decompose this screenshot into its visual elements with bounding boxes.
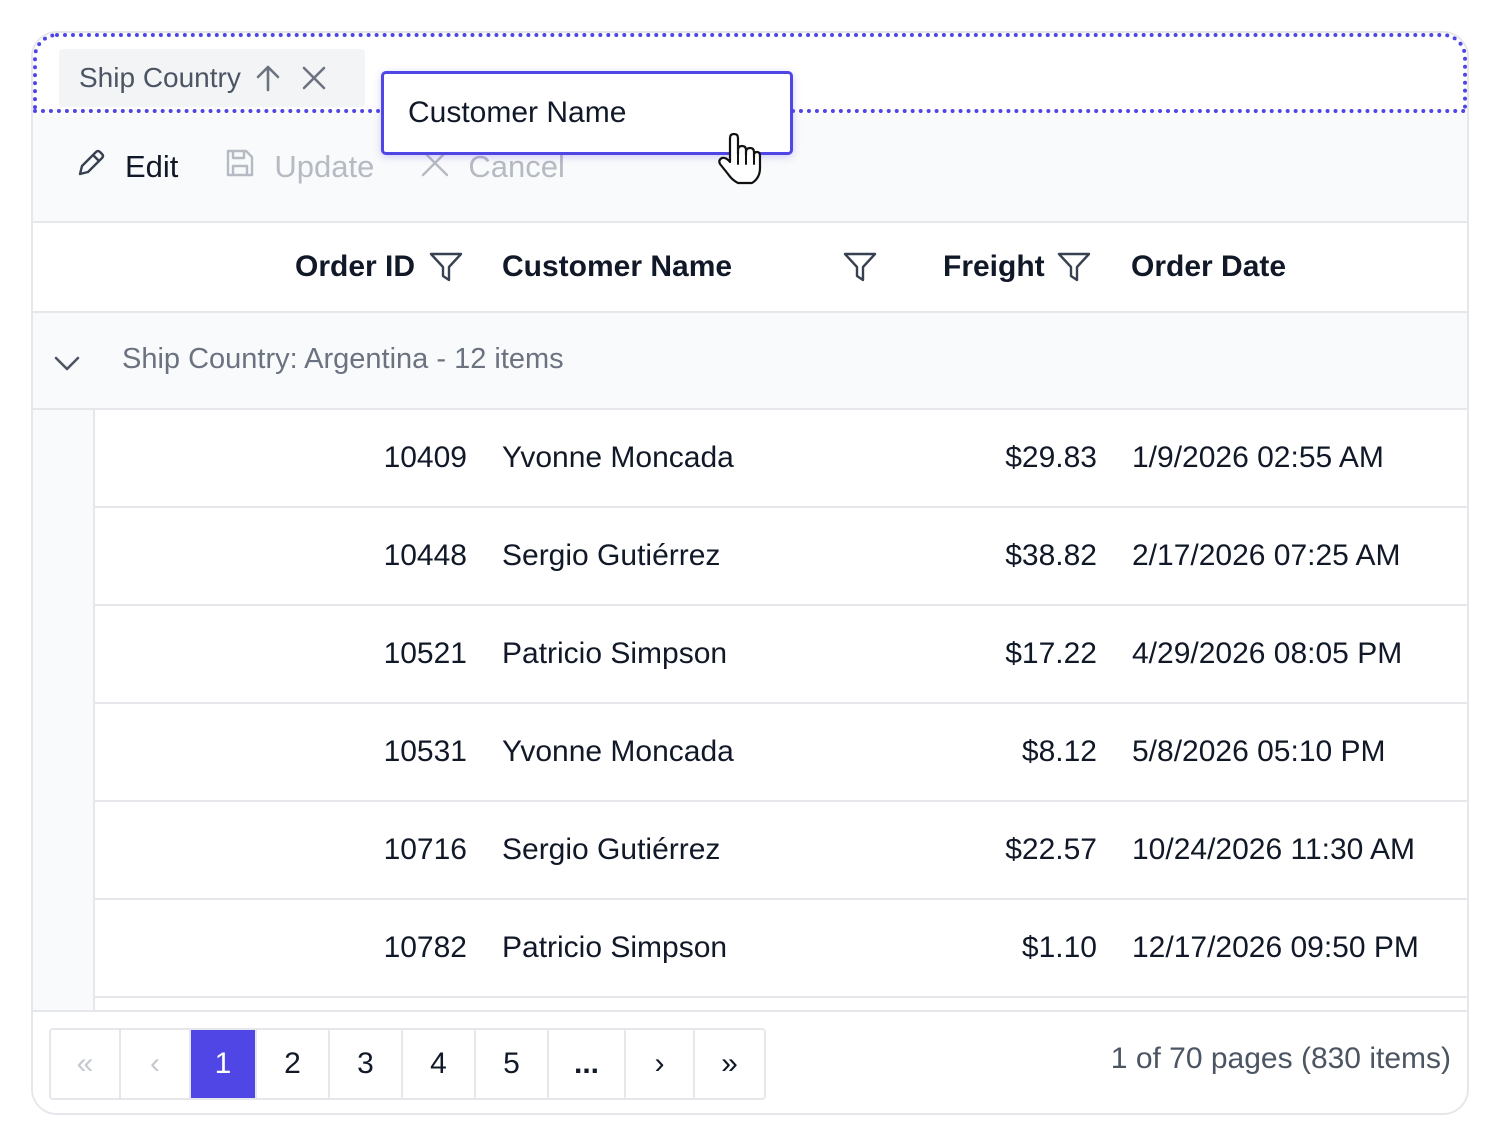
- group-indent-column: [33, 410, 95, 1010]
- column-header-label: Customer Name: [502, 250, 733, 283]
- next-page-button[interactable]: ›: [626, 1030, 695, 1098]
- table-row[interactable]: 10409 Yvonne Moncada $29.83 1/9/2026 02:…: [95, 410, 1467, 508]
- page-button-5[interactable]: 5: [476, 1030, 549, 1098]
- grid-rows: 10409 Yvonne Moncada $29.83 1/9/2026 02:…: [95, 410, 1467, 998]
- double-chevron-left-icon: «: [76, 1047, 94, 1080]
- column-header-label: Order Date: [1131, 250, 1287, 283]
- customer-name-cell: Patricio Simpson: [502, 931, 728, 964]
- update-label: Update: [274, 149, 375, 184]
- freight-cell: $1.10: [1021, 931, 1097, 964]
- pager-info: 1 of 70 pages (830 items): [1110, 1042, 1451, 1075]
- pencil-icon: [75, 147, 125, 187]
- table-row[interactable]: 10716 Sergio Gutiérrez $22.57 10/24/2026…: [95, 802, 1467, 900]
- edit-label: Edit: [125, 149, 179, 184]
- table-row[interactable]: 10531 Yvonne Moncada $8.12 5/8/2026 05:1…: [95, 704, 1467, 802]
- order-date-cell: 10/24/2026 11:30 AM: [1132, 833, 1416, 866]
- order-id-cell: 10716: [383, 833, 467, 866]
- order-id-cell: 10782: [383, 931, 467, 964]
- freight-cell: $29.83: [1005, 441, 1097, 474]
- filter-icon[interactable]: [1057, 251, 1091, 291]
- order-id-cell: 10448: [383, 539, 467, 572]
- order-date-cell: 12/17/2026 09:50 PM: [1132, 931, 1419, 964]
- column-header-label: Freight: [943, 250, 1045, 283]
- pager: « ‹ 1 2 3 4 5 ... › » 1 of 70 pages (830…: [33, 1010, 1467, 1113]
- freight-cell: $17.22: [1005, 637, 1097, 670]
- group-chip-label: Ship Country: [79, 62, 241, 93]
- column-header-customer-name[interactable]: Customer Name: [502, 223, 732, 311]
- last-page-button[interactable]: »: [695, 1030, 764, 1098]
- chevron-right-icon: ›: [654, 1047, 665, 1080]
- order-date-cell: 2/17/2026 07:25 AM: [1132, 539, 1401, 572]
- order-id-cell: 10531: [383, 735, 467, 768]
- page-button-4[interactable]: 4: [403, 1030, 476, 1098]
- chevron-left-icon: ‹: [150, 1047, 160, 1080]
- freight-cell: $38.82: [1005, 539, 1097, 572]
- data-grid: Ship Country Edit Update Cancel Order ID…: [31, 31, 1469, 1115]
- freight-cell: $22.57: [1005, 833, 1097, 866]
- arrow-up-icon[interactable]: [255, 64, 281, 92]
- edit-button[interactable]: Edit: [75, 147, 178, 187]
- previous-page-button[interactable]: ‹: [121, 1030, 191, 1098]
- table-row[interactable]: 10448 Sergio Gutiérrez $38.82 2/17/2026 …: [95, 508, 1467, 606]
- order-id-cell: 10521: [383, 637, 467, 670]
- drag-ghost-label: Customer Name: [408, 96, 627, 129]
- filter-icon[interactable]: [843, 251, 877, 291]
- hand-pointer-icon: [716, 130, 764, 191]
- grid-header-row: Order ID Customer Name Freight Order Dat…: [33, 223, 1467, 313]
- double-chevron-right-icon: »: [721, 1047, 738, 1080]
- update-button[interactable]: Update: [224, 147, 374, 187]
- column-header-order-id[interactable]: Order ID: [295, 223, 415, 311]
- close-icon[interactable]: [301, 65, 327, 91]
- page-button-1[interactable]: 1: [191, 1030, 257, 1098]
- order-date-cell: 5/8/2026 05:10 PM: [1132, 735, 1386, 768]
- first-page-button[interactable]: «: [51, 1030, 121, 1098]
- filter-icon[interactable]: [429, 251, 463, 291]
- save-icon: [224, 147, 274, 187]
- column-header-freight[interactable]: Freight: [943, 223, 1045, 311]
- pager-buttons: « ‹ 1 2 3 4 5 ... › »: [49, 1028, 766, 1100]
- table-row[interactable]: 10521 Patricio Simpson $17.22 4/29/2026 …: [95, 606, 1467, 704]
- customer-name-cell: Sergio Gutiérrez: [502, 833, 721, 866]
- table-row[interactable]: 10782 Patricio Simpson $1.10 12/17/2026 …: [95, 900, 1467, 998]
- chevron-down-icon[interactable]: [53, 349, 81, 382]
- page-button-2[interactable]: 2: [257, 1030, 330, 1098]
- page-button-3[interactable]: 3: [330, 1030, 403, 1098]
- column-header-label: Order ID: [295, 250, 416, 283]
- column-header-order-date[interactable]: Order Date: [1131, 223, 1286, 311]
- more-pages-button[interactable]: ...: [549, 1030, 626, 1098]
- group-row: Ship Country: Argentina - 12 items: [33, 313, 1467, 410]
- customer-name-cell: Yvonne Moncada: [502, 735, 734, 768]
- order-date-cell: 1/9/2026 02:55 AM: [1132, 441, 1384, 474]
- group-chip-ship-country[interactable]: Ship Country: [59, 49, 365, 107]
- customer-name-cell: Yvonne Moncada: [502, 441, 734, 474]
- customer-name-cell: Patricio Simpson: [502, 637, 728, 670]
- group-row-label: Ship Country: Argentina - 12 items: [122, 343, 564, 375]
- freight-cell: $8.12: [1021, 735, 1097, 768]
- order-id-cell: 10409: [383, 441, 467, 474]
- customer-name-cell: Sergio Gutiérrez: [502, 539, 721, 572]
- order-date-cell: 4/29/2026 08:05 PM: [1132, 637, 1403, 670]
